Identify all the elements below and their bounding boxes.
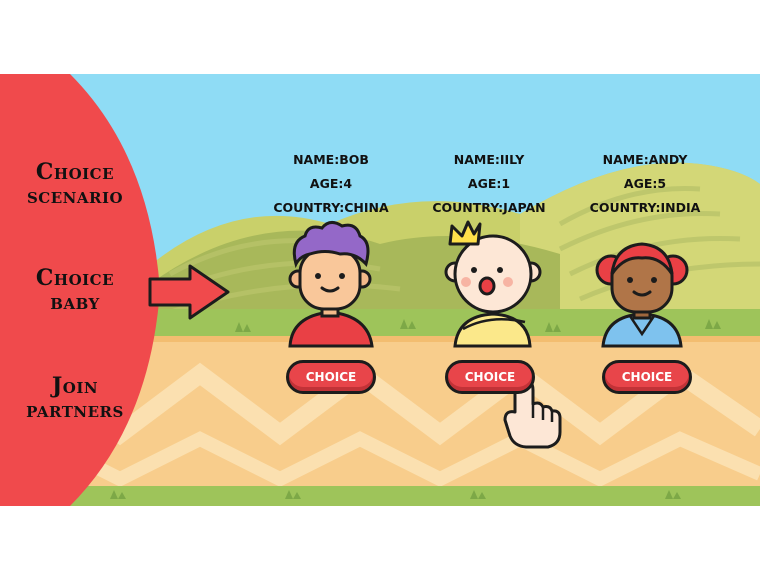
menu-choice-baby[interactable]: Choice baby — [0, 266, 150, 314]
country-line: COUNTRY:CHINA — [273, 200, 389, 215]
menu-label-line2: scenario — [26, 183, 124, 209]
name-line: NAME:IILY — [453, 152, 525, 167]
age-line: AGE:4 — [309, 176, 353, 191]
menu-label-line1: Choice — [35, 265, 115, 291]
age-line: AGE:5 — [623, 176, 667, 191]
choice-button-bob[interactable]: CHOICE — [286, 360, 376, 394]
menu-label-line2: partners — [26, 397, 124, 423]
baby-bob-avatar — [288, 221, 374, 348]
menu-choice-scenario[interactable]: Choice scenario — [0, 160, 150, 208]
country-line: COUNTRY:INDIA — [589, 200, 701, 215]
name-line: NAME:ANDY — [602, 152, 688, 167]
menu-label-line2: baby — [50, 289, 100, 315]
age-line: AGE:1 — [467, 176, 511, 191]
game-scene: Choice scenario Choice baby Join partner… — [0, 74, 760, 506]
menu-label-line1: Choice — [35, 159, 115, 185]
baby-info-iily: NAME:IILY AGE:1 COUNTRY:JAPAN — [414, 148, 564, 220]
baby-info-andy: NAME:ANDY AGE:5 COUNTRY:INDIA — [570, 148, 720, 220]
baby-info-bob: NAME:BOB AGE:4 COUNTRY:CHINA — [256, 148, 406, 220]
name-line: NAME:BOB — [293, 152, 369, 167]
country-line: COUNTRY:JAPAN — [432, 200, 546, 215]
menu-label-line1: Join — [51, 373, 99, 399]
choice-button-iily[interactable]: CHOICE — [445, 360, 535, 394]
choice-button-andy[interactable]: CHOICE — [602, 360, 692, 394]
menu-join-partners[interactable]: Join partners — [0, 374, 150, 422]
